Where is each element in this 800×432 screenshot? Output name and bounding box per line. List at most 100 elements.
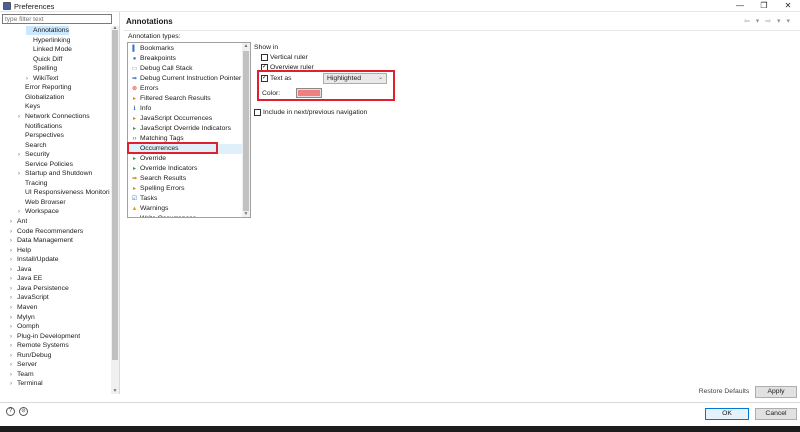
scroll-down-icon[interactable]: ▼ <box>242 211 250 217</box>
tree-item[interactable]: › Help <box>10 246 31 255</box>
title-bar: Preferences — ❐ ✕ <box>0 0 800 12</box>
annotation-type-item[interactable]: ➡ Debug Current Instruction Pointer <box>128 74 242 84</box>
tree-item[interactable]: Globalization <box>18 93 64 102</box>
annotation-type-item[interactable]: ▸ JavaScript Override Indicators <box>128 124 242 134</box>
spelling-icon: ▸ <box>132 186 136 192</box>
tree-scroll-thumb[interactable] <box>112 30 118 360</box>
tree-item[interactable]: › Team <box>10 370 34 379</box>
tree-item[interactable]: › Network Connections <box>18 112 90 121</box>
annotation-type-item[interactable]: ▲ Warnings <box>128 204 242 214</box>
override-icon: ▸ <box>132 156 136 162</box>
annotation-type-label: Matching Tags <box>140 135 184 142</box>
tree-item-label: Remote Systems <box>17 342 69 350</box>
annotation-type-item[interactable]: ▸ JavaScript Occurrences <box>128 114 242 124</box>
annotation-type-item[interactable]: ☑ Tasks <box>128 194 242 204</box>
tree-item[interactable]: Linked Mode <box>26 45 72 54</box>
tree-scrollbar[interactable]: ▲ ▼ <box>111 26 119 394</box>
tree-item[interactable]: › Plug-in Development <box>10 332 80 341</box>
preferences-tree-panel: Annotations Hyperlinking Linked ModeQuick … <box>0 12 120 394</box>
tree-item[interactable]: Hyperlinking <box>26 36 70 45</box>
tree-item[interactable]: Spelling <box>26 64 57 73</box>
annotation-type-item[interactable]: ▌ Bookmarks <box>128 44 242 54</box>
tree-item[interactable]: › Security <box>18 150 50 159</box>
annotation-type-item[interactable]: ▸ Spelling Errors <box>128 184 242 194</box>
taskbar <box>0 426 800 432</box>
tree-item-label: Maven <box>17 303 38 311</box>
annotation-types-label: Annotation types: <box>128 33 181 40</box>
tree-item[interactable]: › Run/Debug <box>10 351 51 360</box>
annotation-type-item[interactable]: ● Breakpoints <box>128 54 242 64</box>
help-icon[interactable]: ? <box>6 407 15 416</box>
tree-item[interactable]: › Server <box>10 360 37 369</box>
occurrences-highlight-box <box>127 142 218 154</box>
annotation-type-item[interactable]: ▸ Override <box>128 154 242 164</box>
tree-item[interactable]: Quick Diff <box>26 55 62 64</box>
tree-item-label: Annotations <box>33 27 69 34</box>
tree-item[interactable]: › Code Recommenders <box>10 227 83 236</box>
tree-item[interactable]: Notifications <box>18 122 62 131</box>
tree-item-label: Java <box>17 265 32 273</box>
tree-item[interactable]: Perspectives <box>18 131 64 140</box>
tree-item[interactable]: › Install/Update <box>10 255 59 264</box>
annotation-type-item[interactable]: ▸Write Occurrences <box>128 214 242 217</box>
cancel-button[interactable]: Cancel <box>755 408 797 420</box>
app-icon <box>3 2 11 10</box>
scroll-up-icon[interactable]: ▲ <box>242 43 250 49</box>
history-nav-icon[interactable]: ⇦ ▾ ⇨ ▾ ▾ <box>744 17 792 25</box>
tree-item[interactable]: UI Responsiveness Monitorin <box>18 188 110 197</box>
include-navigation-checkbox[interactable] <box>254 109 261 116</box>
annotation-types-list[interactable]: ▌ Bookmarks ● Breakpoints ▭ Debug Call Stack ➡… <box>127 42 251 218</box>
annotation-type-item[interactable]: ➡ Search Results <box>128 174 242 184</box>
tree-item-label: Workspace <box>25 208 59 216</box>
annotation-type-item[interactable]: ▸ Filtered Search Results <box>128 94 242 104</box>
annotation-type-label: Tasks <box>140 195 158 202</box>
tree-item[interactable]: › Terminal <box>10 379 43 388</box>
annotation-type-item[interactable]: ▭ Debug Call Stack <box>128 64 242 74</box>
annotation-type-label: Debug Current Instruction Pointer <box>140 75 242 82</box>
minimize-button[interactable]: — <box>728 0 752 12</box>
tree-item[interactable]: › Maven <box>10 303 37 312</box>
tree-item[interactable]: Web Browser <box>18 198 66 207</box>
restore-defaults-button[interactable]: Restore Defaults <box>697 386 751 398</box>
tree-item[interactable]: › Data Management <box>10 236 73 245</box>
annotation-type-label: JavaScript Override Indicators <box>140 125 232 132</box>
breakpoint-icon: ● <box>132 56 137 62</box>
annotation-type-label: Errors <box>140 85 159 92</box>
tree-item[interactable]: › JavaScript <box>10 293 49 302</box>
tree-item[interactable]: › Oomph <box>10 322 39 331</box>
tree-item[interactable]: › WikiText <box>26 74 58 83</box>
tree-item[interactable]: › Java Persistence <box>10 284 69 293</box>
tree-item[interactable]: › Workspace <box>18 207 59 216</box>
scroll-down-icon[interactable]: ▼ <box>111 389 119 394</box>
ok-button[interactable]: OK <box>705 408 749 420</box>
tree-item-label: Java Persistence <box>17 284 69 292</box>
filter-icon: ▸ <box>132 96 136 102</box>
annotation-type-item[interactable]: ▸ Override Indicators <box>128 164 242 174</box>
tree-item[interactable]: › Ant <box>10 217 27 226</box>
tree-item-label: Server <box>17 361 38 369</box>
tree-item-label: Code Recommenders <box>17 227 84 235</box>
tree-item[interactable]: › Mylyn <box>10 313 35 322</box>
tree-item[interactable]: Keys <box>18 102 40 111</box>
expand-arrow-icon[interactable]: › <box>10 380 17 389</box>
show-in-label: Show in <box>254 44 279 51</box>
types-scrollbar[interactable]: ▲ ▼ <box>242 43 250 217</box>
apply-button[interactable]: Apply <box>755 386 797 398</box>
tree-item[interactable]: Search <box>18 141 47 150</box>
tree-item[interactable]: › Remote Systems <box>10 341 69 350</box>
import-export-icon[interactable]: ⊙ <box>19 407 28 416</box>
restore-button[interactable]: ❐ <box>752 0 776 12</box>
types-scroll-thumb[interactable] <box>243 51 249 211</box>
tree-item[interactable]: › Java <box>10 265 31 274</box>
vertical-ruler-checkbox[interactable] <box>261 54 268 61</box>
tree-item[interactable]: Annotations <box>26 26 69 36</box>
tree-item[interactable]: Service Policies <box>18 160 73 169</box>
filter-input[interactable] <box>2 14 112 24</box>
close-button[interactable]: ✕ <box>776 0 800 12</box>
annotation-type-item[interactable]: ⊗ Errors <box>128 84 242 94</box>
tree-item[interactable]: › Startup and Shutdown <box>18 169 92 178</box>
annotation-type-item[interactable]: ℹ Info <box>128 104 242 114</box>
tree-item[interactable]: Tracing <box>18 179 47 188</box>
tree-item[interactable]: › Java EE <box>10 274 42 283</box>
tree-item[interactable]: Error Reporting <box>18 83 71 92</box>
